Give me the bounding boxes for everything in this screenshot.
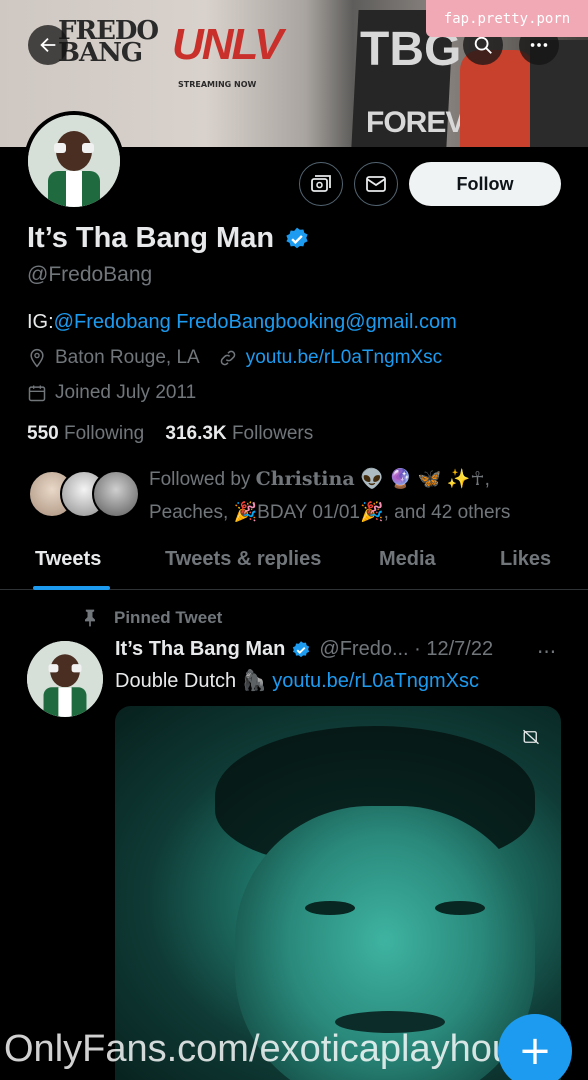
- link-icon: [218, 348, 240, 368]
- followed-by-avatars[interactable]: [28, 470, 140, 520]
- tweet-more-button[interactable]: ···: [537, 640, 556, 664]
- tab-tweets-replies[interactable]: Tweets & replies: [165, 548, 321, 571]
- subscribe-button[interactable]: [299, 162, 343, 206]
- tweet-header: It’s Tha Bang Man @Fredo... · 12/7/22: [115, 638, 493, 661]
- verified-icon: [286, 227, 308, 248]
- tweet-handle-date: @Fredo... · 12/7/22: [319, 638, 494, 660]
- banner-person: [460, 50, 535, 147]
- tweet-author-name[interactable]: It’s Tha Bang Man: [115, 638, 285, 661]
- profile-meta-location: Baton Rouge, LA youtu.be/rL0aTngmXsc: [27, 347, 442, 369]
- followed-by-name: Christina: [255, 468, 355, 490]
- profile-bio: IG:@Fredobang FredoBangbooking@gmail.com: [27, 311, 457, 334]
- media-eye: [305, 901, 355, 915]
- tweet-author-avatar[interactable]: [27, 641, 103, 717]
- tweet-link[interactable]: youtu.be/rL0aTngmXsc: [272, 670, 479, 692]
- follow-button[interactable]: Follow: [409, 162, 561, 206]
- following-link[interactable]: 550 Following: [27, 423, 144, 444]
- verified-icon: [293, 640, 310, 657]
- pinned-label: Pinned Tweet: [80, 608, 222, 628]
- more-icon: [530, 43, 548, 47]
- watermark-bottom: OnlyFans.com/exoticaplayhouse: [4, 1028, 554, 1070]
- banner-album: UNLV: [172, 20, 283, 69]
- watermark-top: fap.pretty.porn: [426, 0, 588, 37]
- tab-tweets[interactable]: Tweets: [35, 548, 101, 571]
- joined-text: Joined July 2011: [55, 382, 197, 403]
- profile-tabs: Tweets Tweets & replies Media Likes: [0, 538, 588, 590]
- banner-streaming: STREAMING NOW: [178, 80, 257, 89]
- message-button[interactable]: [354, 162, 398, 206]
- mail-icon: [366, 176, 386, 192]
- banner-title: FREDO BANG: [58, 16, 159, 68]
- media-eye: [435, 901, 485, 915]
- bio-email-link[interactable]: FredoBangbooking@gmail.com: [176, 311, 456, 333]
- tweet-media[interactable]: [115, 706, 561, 1080]
- website-link[interactable]: youtu.be/rL0aTngmXsc: [246, 347, 442, 369]
- subscribe-icon: [311, 175, 331, 192]
- active-tab-indicator: [33, 586, 110, 590]
- profile-name: It’s Tha Bang Man: [27, 222, 310, 255]
- location-text: Baton Rouge, LA: [55, 347, 200, 368]
- calendar-icon: [27, 383, 49, 403]
- back-button[interactable]: [28, 25, 68, 65]
- bio-prefix: IG:: [27, 311, 54, 333]
- bio-mention-link[interactable]: @Fredobang: [54, 311, 171, 333]
- follow-counts: 550 Following 316.3K Followers: [27, 423, 313, 445]
- followers-link[interactable]: 316.3K Followers: [165, 423, 313, 444]
- follower-avatar: [92, 470, 140, 518]
- compose-tweet-button[interactable]: +: [498, 1014, 572, 1080]
- tab-likes[interactable]: Likes: [500, 548, 551, 571]
- tweet-body: Double Dutch 🦍: [115, 670, 267, 692]
- profile-name-text: It’s Tha Bang Man: [27, 222, 275, 254]
- profile-meta-joined: Joined July 2011: [27, 382, 196, 404]
- back-arrow-icon: [40, 37, 56, 53]
- profile-avatar[interactable]: [24, 111, 124, 211]
- search-icon: [474, 36, 492, 54]
- location-icon: [27, 348, 49, 368]
- tab-media[interactable]: Media: [379, 548, 436, 571]
- followed-by-text[interactable]: Followed by Christina 👽 🔮 🦋 ✨☥, Peaches,…: [149, 463, 569, 529]
- tweet-text: Double Dutch 🦍 youtu.be/rL0aTngmXsc: [115, 668, 479, 693]
- sensitive-media-icon: [522, 728, 540, 750]
- profile-handle: @FredoBang: [27, 263, 153, 286]
- pin-icon: [80, 608, 100, 628]
